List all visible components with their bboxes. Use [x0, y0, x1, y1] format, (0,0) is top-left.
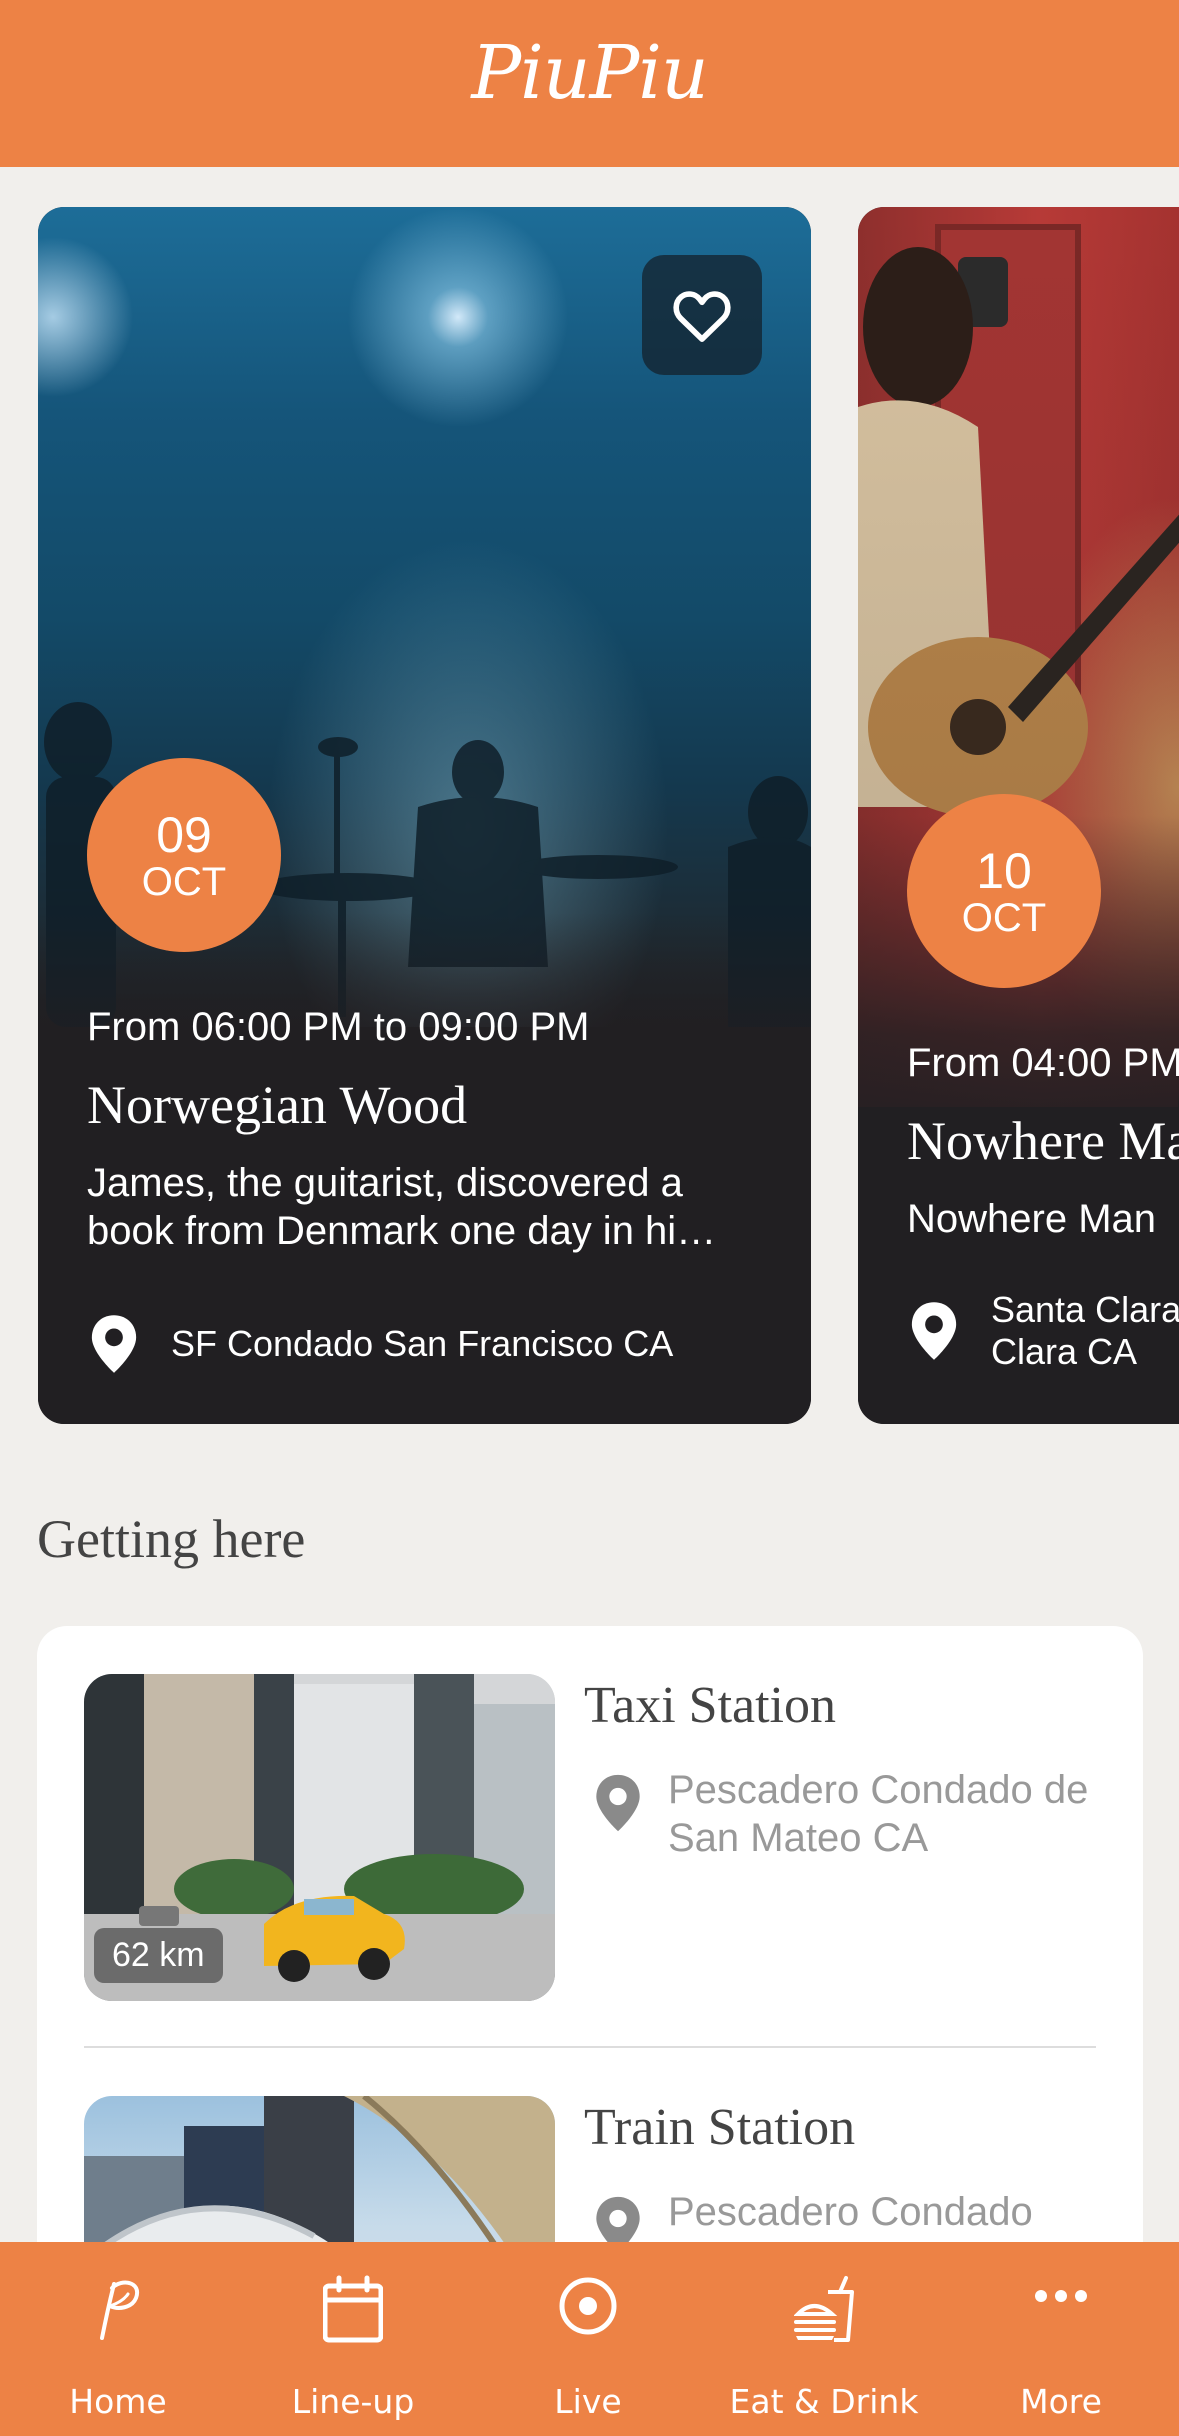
event-date-badge: 09 OCT	[87, 758, 281, 952]
event-title: Norwegian Wood	[87, 1075, 468, 1135]
station-item-taxi[interactable]: 62 km Taxi Station Pescadero Condado de …	[37, 1626, 1143, 2046]
event-description: Nowhere Man	[907, 1197, 1157, 1241]
event-description: James, the guitarist, discovered a book …	[87, 1161, 717, 1253]
event-card[interactable]: 09 OCT From 06:00 PM to 09:00 PM Norwegi…	[38, 207, 811, 1424]
station-address-row: Pescadero Condado de San Mateo CA	[592, 1766, 1138, 1862]
station-thumbnail: 62 km	[84, 1674, 555, 2001]
tab-label: More	[1020, 2382, 1102, 2421]
feather-p-icon	[100, 2280, 140, 2340]
tab-line-up[interactable]: Line-up	[235, 2242, 471, 2436]
location-pin-icon	[911, 1302, 957, 1360]
app-logo: PiuPiu	[471, 30, 708, 116]
event-location-text: Santa Clara Clara CA	[991, 1289, 1179, 1372]
event-date-badge: 10 OCT	[907, 794, 1101, 988]
more-dots-icon	[1035, 2290, 1087, 2302]
event-time: From 04:00 PM	[907, 1041, 1179, 1085]
event-title: Nowhere Ma	[907, 1111, 1179, 1171]
event-time: From 06:00 PM to 09:00 PM	[87, 1005, 590, 1049]
event-location: SF Condado San Francisco CA	[87, 1313, 673, 1375]
target-icon	[559, 2277, 617, 2335]
favorite-button[interactable]	[642, 255, 762, 375]
getting-here-title: Getting here	[37, 1509, 306, 1569]
event-location-text: SF Condado San Francisco CA	[171, 1323, 674, 1364]
tab-label: Live	[554, 2382, 622, 2421]
tab-live[interactable]: Live	[470, 2242, 706, 2436]
event-location: Santa Clara Clara CA	[907, 1289, 1179, 1373]
station-name: Taxi Station	[584, 1677, 837, 1734]
distance-badge: 62 km	[94, 1928, 223, 1983]
event-card[interactable]: 10 OCT From 04:00 PM Nowhere Ma Nowhere …	[858, 207, 1179, 1424]
station-name: Train Station	[584, 2099, 856, 2156]
app-header: PiuPiu	[0, 0, 1179, 167]
tab-home[interactable]: Home	[0, 2242, 236, 2436]
events-carousel[interactable]: 09 OCT From 06:00 PM to 09:00 PM Norwegi…	[0, 167, 1179, 1447]
location-pin-icon	[596, 1774, 640, 1832]
tab-label: Eat & Drink	[729, 2382, 919, 2421]
event-month: OCT	[961, 896, 1047, 940]
location-pin-icon	[91, 1315, 137, 1373]
event-day: 10	[976, 843, 1032, 899]
event-month: OCT	[141, 860, 227, 904]
station-address: Pescadero Condado de San Mateo CA	[668, 1768, 1089, 1860]
tab-eat-drink[interactable]: Eat & Drink	[706, 2242, 942, 2436]
burger-drink-icon	[794, 2276, 854, 2342]
tab-label: Line-up	[291, 2382, 415, 2421]
calendar-icon	[323, 2275, 383, 2343]
bottom-tab-bar: Home Line-up Live Eat & Drink More	[0, 2242, 1179, 2436]
station-address: Pescadero Condado	[668, 2190, 1033, 2234]
event-day: 09	[156, 807, 212, 863]
heart-outline-icon	[673, 291, 731, 342]
tab-label: Home	[69, 2382, 167, 2421]
tab-more[interactable]: More	[943, 2242, 1179, 2436]
